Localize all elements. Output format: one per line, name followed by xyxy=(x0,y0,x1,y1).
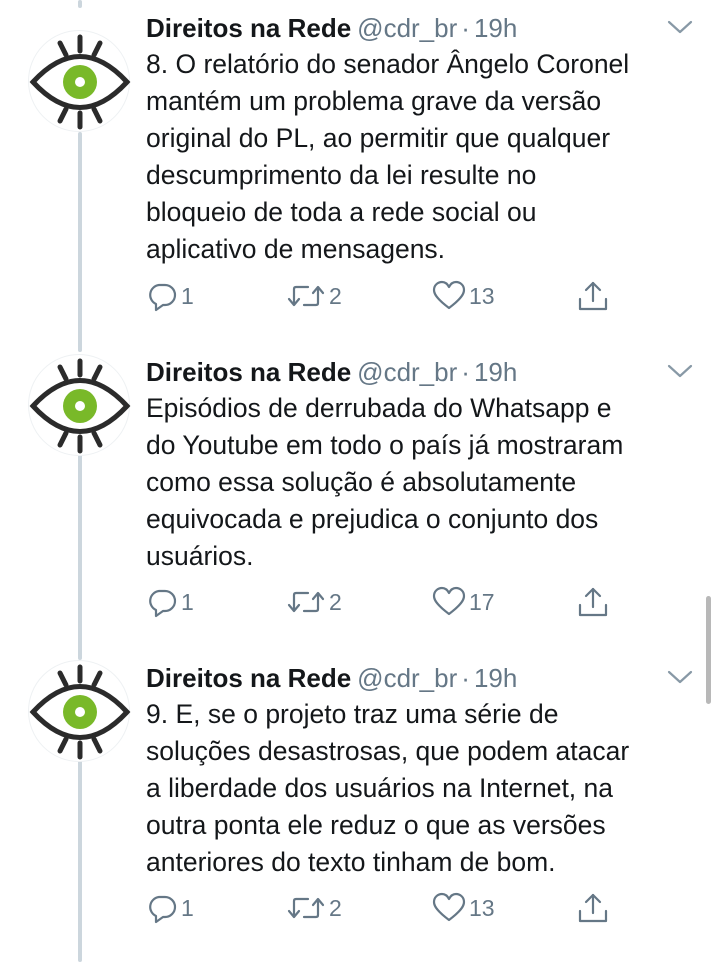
timestamp[interactable]: 19h xyxy=(474,663,517,693)
tweet-header: Direitos na Rede @cdr_br · 19h xyxy=(146,662,517,694)
share-button[interactable] xyxy=(576,278,610,314)
scrollbar[interactable] xyxy=(706,596,711,704)
author-handle[interactable]: @cdr_br xyxy=(357,663,457,693)
separator-dot: · xyxy=(461,357,470,387)
tweet-text-line: como essa solução é absolutamente xyxy=(146,467,577,497)
tweet-actions: 1 2 13 xyxy=(146,890,626,926)
avatar[interactable] xyxy=(28,660,131,762)
reply-button[interactable]: 1 xyxy=(146,890,194,926)
like-button[interactable]: 13 xyxy=(432,890,495,926)
share-icon xyxy=(578,587,608,617)
tweet-text-line: outra ponta ele reduz o que as versões xyxy=(146,810,606,840)
eye-logo-icon xyxy=(29,358,131,454)
tweet-actions: 1 2 13 xyxy=(146,278,626,314)
author-handle[interactable]: @cdr_br xyxy=(357,357,457,387)
reply-icon xyxy=(149,895,177,924)
heart-icon xyxy=(432,586,466,616)
tweet-text-line: usuários. xyxy=(146,541,254,571)
chevron-down-icon[interactable] xyxy=(666,362,694,380)
eye-logo-icon xyxy=(29,34,131,130)
retweet-count: 2 xyxy=(329,588,342,615)
timestamp[interactable]: 19h xyxy=(474,357,517,387)
tweet-header: Direitos na Rede @cdr_br · 19h xyxy=(146,12,517,44)
author-handle[interactable]: @cdr_br xyxy=(357,13,457,43)
reply-count: 1 xyxy=(181,282,194,309)
retweet-icon xyxy=(287,591,325,613)
reply-icon xyxy=(149,283,177,312)
eye-logo-icon xyxy=(29,664,131,760)
reply-count: 1 xyxy=(181,588,194,615)
reply-count: 1 xyxy=(181,894,194,921)
heart-icon xyxy=(432,280,466,310)
avatar[interactable] xyxy=(28,354,131,456)
tweet-text: Episódios de derrubada do Whatsapp e do … xyxy=(146,390,706,575)
retweet-button[interactable]: 2 xyxy=(286,278,342,314)
retweet-count: 2 xyxy=(329,894,342,921)
tweet-text-line: 9. E, se o projeto traz uma série de xyxy=(146,699,559,729)
separator-dot: · xyxy=(461,663,470,693)
heart-icon xyxy=(432,892,466,922)
chevron-down-icon[interactable] xyxy=(666,668,694,686)
tweet-text-line: 8. O relatório do senador Ângelo Coronel xyxy=(146,49,630,79)
tweet[interactable]: Direitos na Rede @cdr_br · 19h 8. O relatór… xyxy=(0,4,716,324)
tweet-text-line: mantém um problema grave da versão xyxy=(146,86,602,116)
tweet-text-line: soluções desastrosas, que podem atacar xyxy=(146,736,630,766)
share-button[interactable] xyxy=(576,890,610,926)
tweet-text-line: a liberdade dos usuários na Internet, na xyxy=(146,773,614,803)
share-icon xyxy=(578,893,608,923)
tweet-header: Direitos na Rede @cdr_br · 19h xyxy=(146,356,517,388)
retweet-icon xyxy=(287,285,325,307)
tweet[interactable]: Direitos na Rede @cdr_br · 19h Episódios de… xyxy=(0,348,716,628)
tweet-text-line: descumprimento da lei resulte no xyxy=(146,160,537,190)
like-count: 13 xyxy=(469,894,495,921)
retweet-button[interactable]: 2 xyxy=(286,890,342,926)
reply-icon xyxy=(149,589,177,618)
like-count: 13 xyxy=(469,282,495,309)
avatar[interactable] xyxy=(28,30,131,132)
tweet-text-line: original do PL, ao permitir que qualquer xyxy=(146,123,611,153)
share-icon xyxy=(578,281,608,311)
tweet-text-line: equivocada e prejudica o conjunto dos xyxy=(146,504,599,534)
tweet[interactable]: Direitos na Rede @cdr_br · 19h 9. E, se o p… xyxy=(0,654,716,944)
tweet-text: 8. O relatório do senador Ângelo Coronel… xyxy=(146,46,706,268)
like-button[interactable]: 13 xyxy=(432,278,495,314)
tweet-text-line: bloqueio de toda a rede social ou xyxy=(146,197,537,227)
tweet-actions: 1 2 17 xyxy=(146,584,626,620)
like-count: 17 xyxy=(469,588,495,615)
timestamp[interactable]: 19h xyxy=(474,13,517,43)
retweet-icon xyxy=(287,897,325,919)
author-name[interactable]: Direitos na Rede xyxy=(146,13,351,43)
tweet-text-line: aplicativo de mensagens. xyxy=(146,234,446,264)
tweet-text-line: Episódios de derrubada do Whatsapp e xyxy=(146,393,612,423)
tweet-text: 9. E, se o projeto traz uma série de sol… xyxy=(146,696,706,881)
tweet-text-line: anteriores do texto tinham de bom. xyxy=(146,847,556,877)
author-name[interactable]: Direitos na Rede xyxy=(146,357,351,387)
like-button[interactable]: 17 xyxy=(432,584,495,620)
separator-dot: · xyxy=(461,13,470,43)
retweet-count: 2 xyxy=(329,282,342,309)
retweet-button[interactable]: 2 xyxy=(286,584,342,620)
author-name[interactable]: Direitos na Rede xyxy=(146,663,351,693)
share-button[interactable] xyxy=(576,584,610,620)
reply-button[interactable]: 1 xyxy=(146,584,194,620)
tweet-text-line: do Youtube em todo o país já mostraram xyxy=(146,430,624,460)
chevron-down-icon[interactable] xyxy=(666,18,694,36)
reply-button[interactable]: 1 xyxy=(146,278,194,314)
